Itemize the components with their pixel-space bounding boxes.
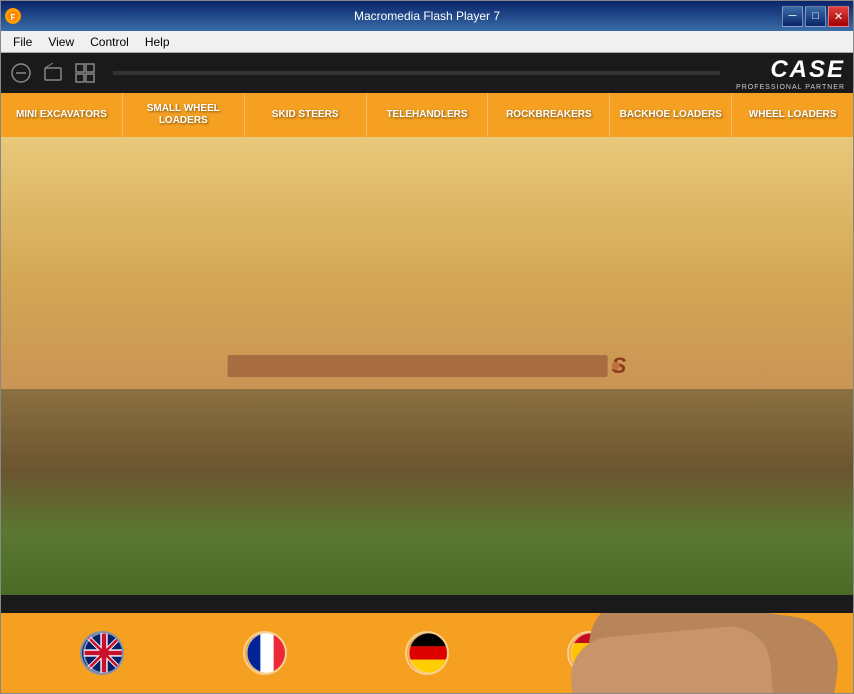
ground-background: [1, 389, 853, 595]
flag-france[interactable]: [243, 631, 287, 675]
nav-wheel-loaders[interactable]: WHEEL LOADERS: [732, 93, 853, 137]
bottom-bar: [1, 595, 853, 613]
loading-bar: [228, 355, 608, 377]
menu-view[interactable]: View: [40, 33, 82, 51]
svg-text:F: F: [11, 13, 16, 22]
menu-help[interactable]: Help: [137, 33, 178, 51]
restore-button[interactable]: □: [805, 6, 826, 27]
menu-bar: File View Control Help: [1, 31, 853, 53]
flash-toolbar: CASE PROFESSIONAL PARTNER: [1, 53, 853, 93]
menu-file[interactable]: File: [5, 33, 40, 51]
menu-control[interactable]: Control: [82, 33, 137, 51]
minimize-button[interactable]: ─: [782, 6, 803, 27]
nav-mini-excavators[interactable]: MINI EXCAVATORS: [1, 93, 123, 137]
nav-rockbreakers[interactable]: ROCKBREAKERS: [488, 93, 610, 137]
progress-bar: [113, 71, 720, 75]
case-logo-sub: PROFESSIONAL PARTNER: [736, 84, 845, 91]
main-window: F Macromedia Flash Player 7 ─ □ ✕ File V…: [0, 0, 854, 694]
flag-uk[interactable]: [80, 631, 124, 675]
title-bar: F Macromedia Flash Player 7 ─ □ ✕: [1, 1, 853, 31]
case-logo: CASE PROFESSIONAL PARTNER: [736, 56, 845, 91]
title-bar-left: F: [5, 8, 21, 24]
flag-germany[interactable]: [405, 631, 449, 675]
toolbar-icon-x[interactable]: [9, 61, 33, 85]
nav-small-wheel-loaders[interactable]: SMALL WHEEL LOADERS: [123, 93, 245, 137]
loading-area: S: [228, 353, 627, 379]
nav-backhoe-loaders[interactable]: BACKHOE LOADERS: [610, 93, 732, 137]
nav-skid-steers[interactable]: SKID STEERS: [245, 93, 367, 137]
case-logo-text: CASE: [770, 56, 845, 84]
loading-dot: [612, 362, 620, 370]
toolbar-icon-square[interactable]: [41, 61, 65, 85]
title-controls: ─ □ ✕: [782, 6, 849, 27]
app-icon: F: [5, 8, 21, 24]
language-bar: [1, 613, 853, 693]
nav-bar: MINI EXCAVATORS SMALL WHEEL LOADERS SKID…: [1, 93, 853, 137]
close-button[interactable]: ✕: [828, 6, 849, 27]
flash-container: CASE PROFESSIONAL PARTNER MINI EXCAVATOR…: [1, 53, 853, 693]
toolbar-icon-grid[interactable]: [73, 61, 97, 85]
nav-telehandlers[interactable]: TELEHANDLERS: [367, 93, 489, 137]
window-title: Macromedia Flash Player 7: [354, 9, 500, 23]
main-content: S: [1, 137, 853, 595]
